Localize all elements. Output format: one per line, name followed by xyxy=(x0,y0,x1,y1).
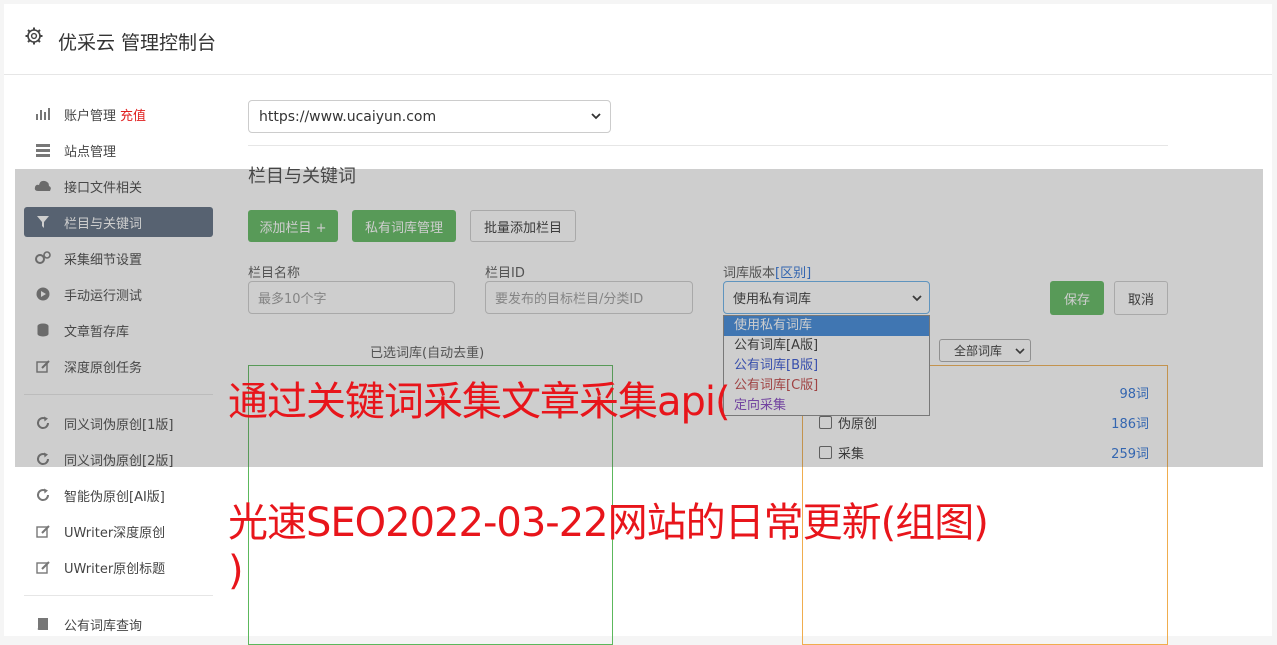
bar-chart-icon xyxy=(34,105,52,123)
site-select-value: https://www.ucaiyun.com xyxy=(259,108,437,125)
sidebar-item-label: UWriter深度原创 xyxy=(64,525,166,541)
chevron-down-icon xyxy=(591,113,601,120)
sidebar-item-uwriter-title[interactable]: UWriter原创标题 xyxy=(24,552,213,582)
refresh-icon xyxy=(34,486,52,504)
divider xyxy=(248,145,1168,146)
sidebar-item-label: 公有词库查询 xyxy=(64,618,143,634)
sidebar-divider xyxy=(24,595,213,596)
page-title: 优采云 管理控制台 xyxy=(58,32,217,54)
top-bar: 优采云 管理控制台 xyxy=(4,4,1272,75)
sidebar-item-label: 站点管理 xyxy=(64,144,117,160)
overlay-headline-line3: ) xyxy=(228,548,244,594)
recharge-link[interactable]: 充值 xyxy=(120,105,146,124)
sidebar-item-ai-rewrite[interactable]: 智能伪原创[AI版] xyxy=(24,480,213,510)
edit-icon xyxy=(34,522,52,540)
sidebar-item-uwriter-deep[interactable]: UWriter深度原创 xyxy=(24,516,213,546)
gear-icon xyxy=(25,27,43,45)
sidebar-item-public-lib[interactable]: 公有词库查询 xyxy=(24,609,213,639)
sidebar-item-label: 账户管理 xyxy=(64,108,117,124)
sidebar-item-label: UWriter原创标题 xyxy=(64,561,166,577)
sidebar-item-label: 智能伪原创[AI版] xyxy=(64,489,165,505)
server-icon xyxy=(34,141,52,159)
site-select[interactable]: https://www.ucaiyun.com xyxy=(248,100,611,133)
edit-icon xyxy=(34,558,52,576)
overlay-headline-line1: 通过关键词采集文章采集api( xyxy=(228,379,731,425)
sidebar-item-account[interactable]: 账户管理 充值 xyxy=(24,99,213,129)
sidebar-item-sites[interactable]: 站点管理 xyxy=(24,135,213,165)
book-icon xyxy=(34,615,52,633)
overlay-headline-line2: 光速SEO2022-03-22网站的日常更新(组图) xyxy=(228,500,989,546)
